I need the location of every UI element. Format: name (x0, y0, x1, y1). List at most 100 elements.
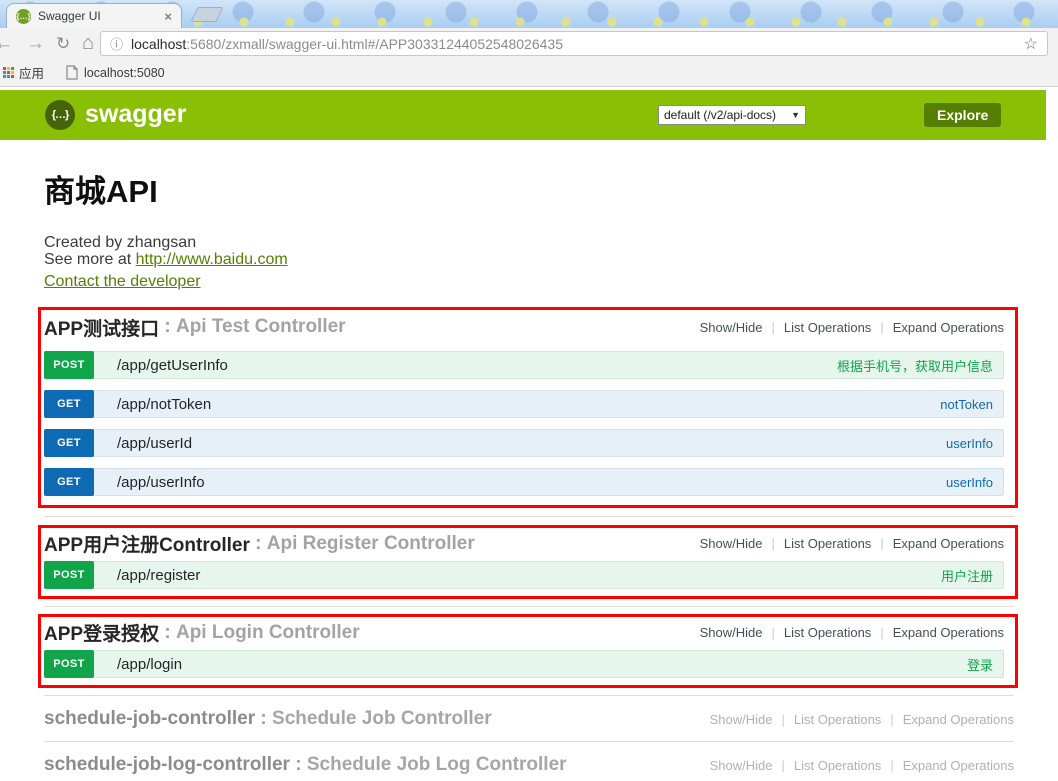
page-icon (66, 65, 78, 80)
swagger-page-content: 商城API Created by zhangsan See more at ht… (0, 140, 1058, 781)
expand-operations-link[interactable]: Expand Operations (893, 625, 1004, 640)
bookmark-star-icon[interactable]: ☆ (1024, 34, 1038, 54)
swagger-logo-text: swagger (85, 100, 187, 128)
resource-header-api-login: APP登录授权 : Api Login Controller Show/Hide… (44, 619, 1004, 646)
chevron-down-icon: ▼ (791, 110, 800, 120)
resource-separator: : (289, 754, 307, 775)
resource-actions: Show/Hide | List Operations | Expand Ope… (710, 758, 1014, 773)
pipe-divider: | (880, 536, 884, 551)
resource-list: APP测试接口 : Api Test Controller Show/Hide … (0, 307, 1058, 781)
see-more-link[interactable]: http://www.baidu.com (136, 251, 288, 268)
pipe-divider: | (880, 625, 884, 640)
api-docs-select-value: default (/v2/api-docs) (664, 108, 777, 122)
reload-icon[interactable]: ↻ (56, 30, 70, 57)
endpoint-summary-link[interactable]: 根据手机号，获取用户信息 (837, 356, 993, 375)
page-info-icon[interactable]: ⓘ (110, 34, 123, 53)
method-badge-get: GET (44, 468, 94, 496)
expand-operations-link[interactable]: Expand Operations (893, 536, 1004, 551)
tab-close-icon[interactable]: × (164, 9, 172, 24)
bookmark-localhost[interactable]: localhost:5080 (66, 65, 165, 80)
resource-header-schedule-job-log: schedule-job-log-controller : Schedule J… (44, 742, 1014, 781)
resource-actions: Show/Hide | List Operations | Expand Ope… (700, 536, 1004, 551)
new-tab-button[interactable] (190, 7, 224, 22)
address-bar[interactable]: ⓘ localhost :5680/zxmall/swagger-ui.html… (100, 31, 1048, 56)
resource-header-api-test: APP测试接口 : Api Test Controller Show/Hide … (44, 312, 1004, 340)
contact-developer-link[interactable]: Contact the developer (44, 273, 201, 290)
resource-description: Api Register Controller (266, 532, 475, 554)
endpoint-path-link[interactable]: /app/userInfo (117, 474, 205, 491)
resource-header-api-register: APP用户注册Controller : Api Register Control… (44, 530, 1004, 557)
page-title: 商城API (44, 174, 158, 209)
pipe-divider: | (890, 757, 894, 773)
resource-description: Api Login Controller (175, 621, 360, 643)
resource-separator: : (249, 532, 267, 554)
home-icon[interactable]: ⌂ (82, 30, 94, 57)
endpoint-summary-link[interactable]: notToken (940, 397, 993, 412)
list-operations-link[interactable]: List Operations (794, 712, 881, 727)
show-hide-link[interactable]: Show/Hide (700, 320, 763, 335)
endpoint-summary-link[interactable]: 登录 (967, 655, 993, 674)
see-more-prefix: See more at (44, 251, 136, 268)
resource-name[interactable]: schedule-job-log-controller (44, 754, 290, 776)
expand-operations-link[interactable]: Expand Operations (893, 320, 1004, 335)
back-icon[interactable]: ← (0, 30, 13, 57)
url-path: :5680/zxmall/swagger-ui.html#/APP3033124… (186, 35, 563, 52)
endpoint-path-link[interactable]: /app/getUserInfo (117, 357, 228, 374)
endpoint-summary-link[interactable]: userInfo (946, 436, 993, 451)
endpoint-path-link[interactable]: /app/userId (117, 435, 192, 452)
explore-button[interactable]: Explore (924, 103, 1002, 127)
list-operations-link[interactable]: List Operations (794, 758, 881, 773)
endpoint-row[interactable]: POST /app/register 用户注册 (44, 561, 1004, 589)
endpoint-path-link[interactable]: /app/notToken (117, 396, 211, 413)
show-hide-link[interactable]: Show/Hide (700, 536, 763, 551)
resource-name[interactable]: APP登录授权 (44, 619, 159, 646)
resource-actions: Show/Hide | List Operations | Expand Ope… (700, 625, 1004, 640)
endpoint-row[interactable]: POST /app/login 登录 (44, 650, 1004, 678)
api-info: 商城API Created by zhangsan See more at ht… (44, 166, 1058, 290)
pipe-divider: | (890, 711, 894, 727)
show-hide-link[interactable]: Show/Hide (710, 758, 773, 773)
resource-separator: : (159, 621, 176, 643)
pipe-divider: | (771, 625, 775, 640)
apps-grid-icon[interactable] (3, 67, 6, 70)
resource-actions: Show/Hide | List Operations | Expand Ope… (700, 320, 1004, 335)
resource-name[interactable]: APP测试接口 (44, 314, 159, 341)
expand-operations-link[interactable]: Expand Operations (903, 712, 1014, 727)
endpoint-row[interactable]: GET /app/userInfo userInfo (44, 468, 1004, 496)
section-divider (44, 516, 1014, 517)
pipe-divider: | (771, 319, 775, 335)
list-operations-link[interactable]: List Operations (784, 536, 871, 551)
resource-name[interactable]: APP用户注册Controller (44, 530, 250, 557)
expand-operations-link[interactable]: Expand Operations (903, 758, 1014, 773)
endpoint-path-link[interactable]: /app/register (117, 567, 200, 584)
endpoint-row[interactable]: POST /app/getUserInfo 根据手机号，获取用户信息 (44, 351, 1004, 379)
contact-line: Contact the developer (44, 273, 1058, 290)
method-badge-get: GET (44, 390, 94, 418)
endpoint-summary-link[interactable]: 用户注册 (941, 566, 993, 585)
show-hide-link[interactable]: Show/Hide (710, 712, 773, 727)
list-operations-link[interactable]: List Operations (784, 625, 871, 640)
resource-name[interactable]: schedule-job-controller (44, 708, 255, 730)
endpoint-row[interactable]: GET /app/notToken notToken (44, 390, 1004, 418)
resource-description: Schedule Job Log Controller (306, 754, 567, 775)
url-host: localhost (131, 35, 187, 52)
bookmarks-bar: 应用 localhost:5080 (0, 59, 1058, 87)
pipe-divider: | (880, 319, 884, 335)
api-docs-select[interactable]: default (/v2/api-docs) ▼ (658, 105, 806, 125)
pipe-divider: | (781, 711, 785, 727)
list-operations-link[interactable]: List Operations (784, 320, 871, 335)
forward-icon[interactable]: → (26, 30, 45, 57)
browser-tab[interactable]: {…} Swagger UI × (6, 3, 182, 28)
bookmark-apps[interactable]: 应用 (19, 63, 44, 82)
see-more-line: See more at http://www.baidu.com (44, 251, 1058, 268)
swagger-favicon-icon: {…} (16, 8, 31, 24)
show-hide-link[interactable]: Show/Hide (700, 625, 763, 640)
annotation-box-3: APP登录授权 : Api Login Controller Show/Hide… (38, 614, 1018, 688)
section-divider (44, 606, 1014, 607)
created-by-line: Created by zhangsan (44, 234, 1058, 251)
endpoint-row[interactable]: GET /app/userId userInfo (44, 429, 1004, 457)
method-badge-get: GET (44, 429, 94, 457)
pipe-divider: | (771, 536, 775, 551)
endpoint-path-link[interactable]: /app/login (117, 656, 182, 673)
endpoint-summary-link[interactable]: userInfo (946, 475, 993, 490)
